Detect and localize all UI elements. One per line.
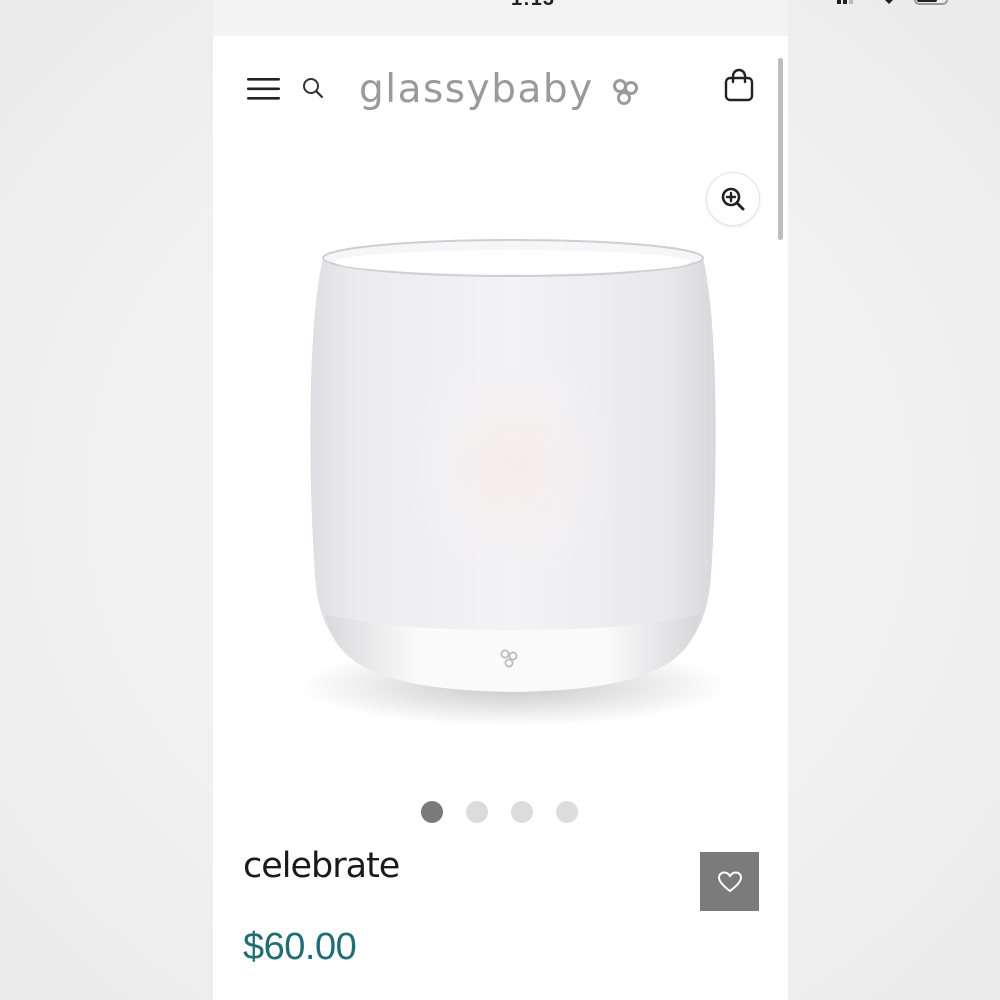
carousel-dots [421, 801, 578, 823]
status-bar: 1:13 [213, 0, 948, 36]
scrollbar[interactable] [778, 58, 783, 240]
carousel-dot-2[interactable] [466, 801, 488, 823]
carousel-dot-3[interactable] [511, 801, 533, 823]
heart-icon [717, 870, 742, 892]
carousel-dot-4[interactable] [556, 801, 578, 823]
wifi-icon [885, 0, 893, 4]
logo-text: glassybaby [359, 66, 594, 112]
product-title: celebrate [243, 846, 400, 886]
status-time: 1:13 [511, 0, 555, 11]
wishlist-button[interactable] [700, 852, 759, 911]
site-logo[interactable]: glassybaby [359, 64, 640, 114]
product-image[interactable] [273, 196, 753, 756]
signal-icon [837, 0, 841, 4]
product-price: $60.00 [243, 926, 357, 968]
site-header: glassybaby [213, 36, 788, 136]
search-icon[interactable] [301, 76, 325, 100]
status-icons [837, 0, 948, 5]
carousel-dot-1[interactable] [421, 801, 443, 823]
mobile-page: glassybaby celebrate $60.00 [213, 36, 788, 1000]
hamburger-menu-icon[interactable] [247, 76, 281, 102]
logo-mark-icon [612, 79, 638, 105]
shopping-bag-icon[interactable] [723, 68, 755, 104]
